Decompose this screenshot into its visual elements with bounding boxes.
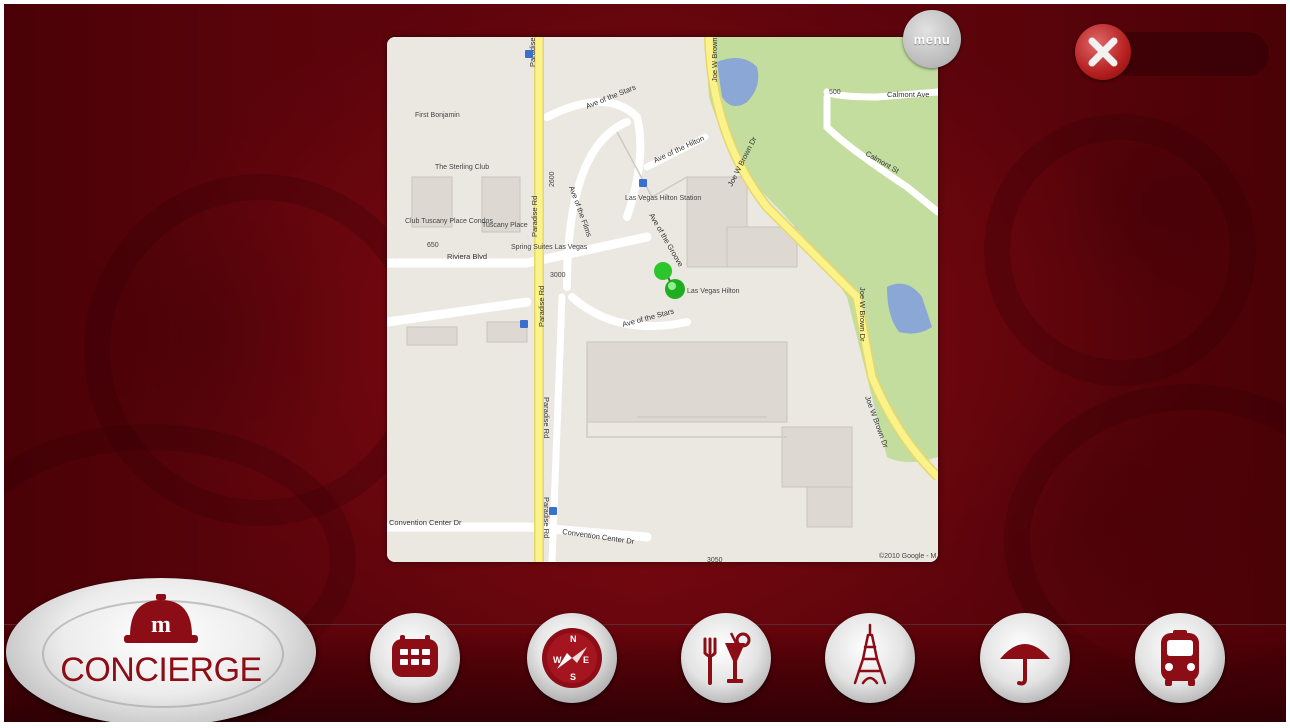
compass-e: E	[583, 655, 589, 665]
address-number: 3050	[707, 557, 723, 562]
place-label: Club Tuscany Place Condos	[405, 218, 493, 225]
address-number: 2600	[549, 171, 556, 187]
address-number: 500	[829, 89, 841, 96]
dining-icon	[703, 632, 751, 685]
brand-text: CONCIERGE	[60, 651, 262, 689]
place-label: Las Vegas Hilton Station	[625, 195, 701, 202]
map-canvas[interactable]: Paradise Rd Paradise Rd Paradise Rd Para…	[387, 37, 938, 562]
road-label: Joe W Brown Dr	[858, 287, 867, 342]
road-label: Convention Center Dr	[389, 518, 462, 527]
directions-button[interactable]: N E S W	[527, 613, 617, 703]
compass-n: N	[570, 634, 577, 644]
map-copyright: ©2010 Google - M	[879, 552, 936, 560]
road-label: Riviera Blvd	[447, 252, 487, 261]
compass-s: S	[570, 672, 576, 682]
road-label: Paradise Rd	[542, 397, 551, 438]
road-label: Paradise Rd	[530, 196, 539, 237]
concierge-logo[interactable]: m CONCIERGE	[6, 578, 316, 722]
road-label: Calmont Ave	[887, 90, 929, 99]
calendar-icon	[392, 635, 438, 677]
map-view[interactable]: Paradise Rd Paradise Rd Paradise Rd Para…	[387, 37, 938, 562]
bell-icon: m	[124, 594, 198, 643]
calendar-button[interactable]	[370, 613, 460, 703]
menu-label: menu	[913, 31, 951, 47]
place-label: Las Vegas Hilton	[687, 288, 740, 295]
app-background: Paradise Rd Paradise Rd Paradise Rd Para…	[4, 4, 1286, 722]
close-icon	[1088, 37, 1118, 67]
transportation-button[interactable]	[1135, 613, 1225, 703]
brand-monogram: m	[151, 612, 171, 638]
road-label: Paradise Rd	[542, 497, 551, 538]
road-label: Paradise Rd	[537, 286, 546, 327]
address-number: 3000	[550, 272, 566, 279]
bus-icon	[1161, 630, 1199, 686]
place-label: Tuscany Place	[482, 222, 528, 229]
road-label: Joe W Brown Dr	[710, 37, 719, 82]
dining-button[interactable]	[681, 613, 771, 703]
place-label: Spring Suites Las Vegas	[511, 244, 588, 251]
eiffel-tower-icon	[853, 623, 887, 685]
place-label: First Bonjamin	[415, 112, 460, 119]
menu-button[interactable]: menu	[903, 10, 961, 68]
attractions-button[interactable]	[825, 613, 915, 703]
close-button[interactable]	[1075, 24, 1131, 80]
compass-icon: N E S W	[542, 628, 602, 688]
address-number: 650	[427, 242, 439, 249]
compass-w: W	[553, 655, 562, 665]
umbrella-icon	[1000, 644, 1050, 686]
bg-ornament	[984, 114, 1256, 386]
place-label: The Sterling Club	[435, 164, 489, 171]
weather-button[interactable]	[980, 613, 1070, 703]
